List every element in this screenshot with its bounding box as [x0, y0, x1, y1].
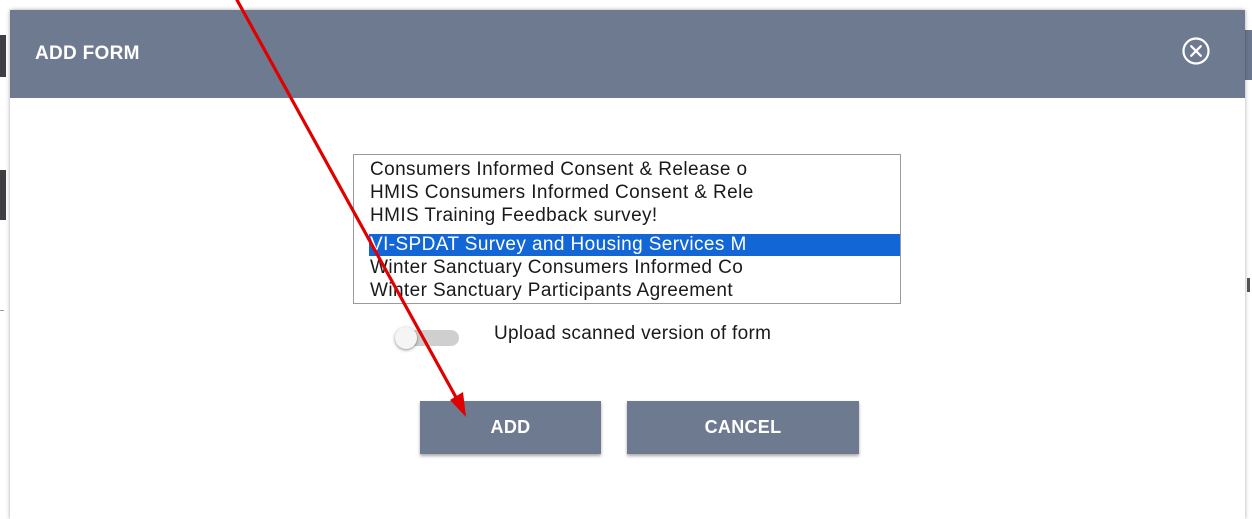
backdrop-left-mark [0, 170, 6, 220]
backdrop-left-edge [0, 10, 10, 519]
backdrop-left-mark [0, 35, 6, 77]
toggle-knob [395, 327, 417, 349]
close-button[interactable] [1181, 36, 1211, 66]
backdrop-top-strip [0, 0, 1252, 10]
upload-scanned-toggle[interactable] [393, 327, 461, 349]
list-item[interactable]: Consumers Informed Consent & Release o [370, 159, 900, 181]
add-form-dialog: ADD FORM Consumers Informed Consent & Re… [10, 10, 1245, 519]
close-circle-icon [1182, 37, 1210, 65]
add-button[interactable]: ADD [420, 401, 601, 454]
dialog-title: ADD FORM [35, 43, 140, 64]
form-listbox[interactable]: Consumers Informed Consent & Release o H… [353, 154, 901, 304]
cancel-button[interactable]: CANCEL [627, 401, 859, 454]
list-item-selected[interactable]: VI-SPDAT Survey and Housing Services M [369, 234, 900, 256]
backdrop-right-edge [1245, 10, 1252, 519]
backdrop-left-mark [0, 310, 4, 311]
backdrop-right-mark [1247, 278, 1250, 292]
list-item[interactable]: Winter Sanctuary Consumers Informed Co [370, 257, 900, 279]
backdrop-right-mark [1245, 30, 1252, 80]
dialog-header: ADD FORM [10, 10, 1245, 98]
upload-scanned-label: Upload scanned version of form [494, 323, 772, 344]
list-item[interactable]: HMIS Training Feedback survey! [370, 205, 900, 227]
list-item[interactable]: HMIS Consumers Informed Consent & Rele [370, 182, 900, 204]
list-item[interactable]: Winter Sanctuary Participants Agreement [370, 280, 900, 302]
